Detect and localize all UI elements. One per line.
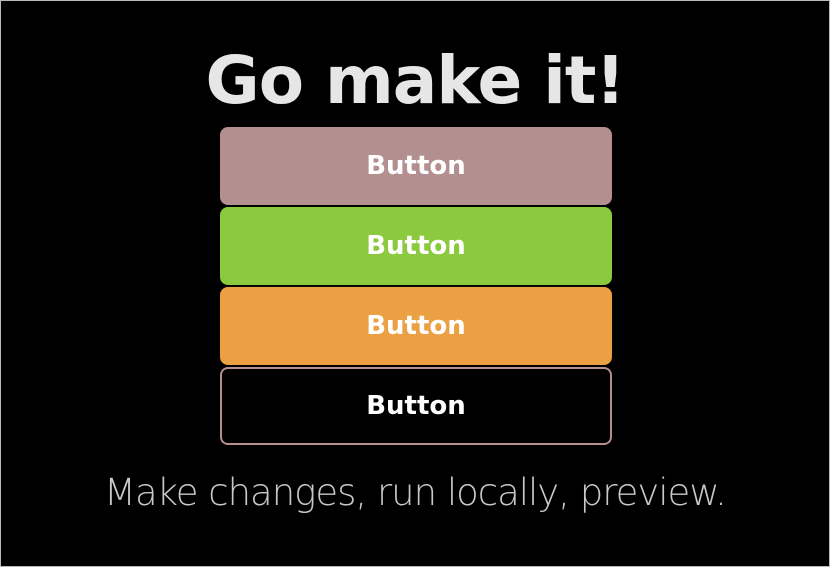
page-title: Go make it! — [205, 42, 626, 119]
button-stack: Button Button Button Button — [220, 127, 612, 447]
button-green[interactable]: Button — [220, 207, 612, 285]
button-orange[interactable]: Button — [220, 287, 612, 365]
app-window: Go make it! Button Button Button Button … — [0, 0, 830, 567]
page-subtitle: Make changes, run locally, preview. — [104, 471, 727, 514]
button-rosy[interactable]: Button — [220, 127, 612, 205]
button-outline[interactable]: Button — [220, 367, 612, 445]
